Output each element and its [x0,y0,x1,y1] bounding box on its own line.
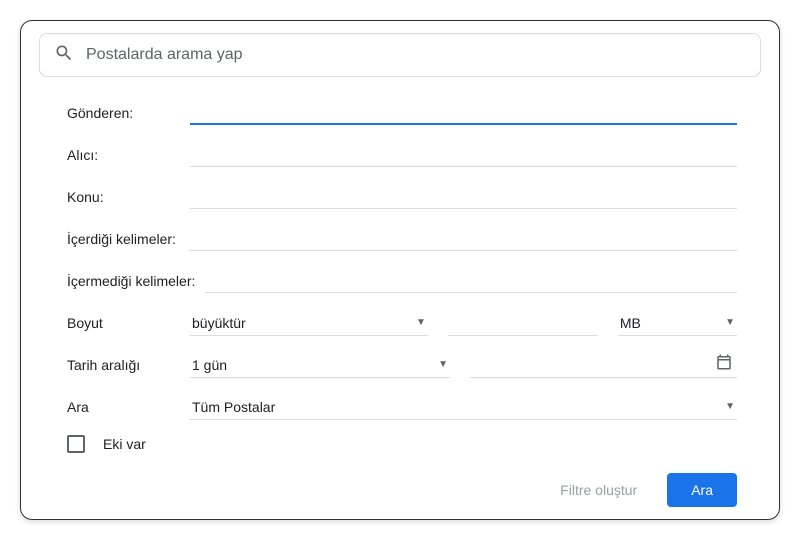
contains-row: İçerdiği kelimeler: [67,225,737,253]
has-attachment-label: Eki var [103,436,146,452]
to-input[interactable] [190,143,737,167]
date-range-select[interactable]: 1 gün ▼ [190,352,450,378]
date-row: Tarih aralığı 1 gün ▼ [67,351,737,379]
date-range-value: 1 gün [192,357,227,373]
size-comparator-value: büyüktür [192,315,246,331]
chevron-down-icon: ▼ [725,317,735,328]
size-unit-select[interactable]: MB ▼ [618,310,737,336]
size-comparator-select[interactable]: büyüktür ▼ [190,310,428,336]
has-attachment-checkbox[interactable] [67,435,85,453]
search-icon [54,43,86,68]
search-in-select[interactable]: Tüm Postalar ▼ [190,394,737,420]
calendar-icon [715,353,733,376]
chevron-down-icon: ▼ [416,317,426,328]
date-picker-field[interactable] [470,352,737,378]
search-bar[interactable] [39,33,761,77]
not-contains-row: İçermediği kelimeler: [67,267,737,295]
subject-label: Konu: [67,189,190,205]
search-in-value: Tüm Postalar [192,399,275,415]
create-filter-button[interactable]: Filtre oluştur [550,474,647,506]
to-label: Alıcı: [67,147,190,163]
search-input[interactable] [86,46,746,64]
search-button[interactable]: Ara [667,473,737,507]
not-contains-input[interactable] [205,269,737,293]
to-row: Alıcı: [67,141,737,169]
size-label: Boyut [67,315,190,331]
size-value-input[interactable] [448,310,598,336]
not-contains-label: İçermediği kelimeler: [67,273,195,289]
contains-label: İçerdiği kelimeler: [67,231,176,247]
advanced-search-form: Gönderen: Alıcı: Konu: İçerdiği kelimele… [39,77,761,521]
actions-bar: Filtre oluştur Ara [67,473,737,507]
search-in-row: Ara Tüm Postalar ▼ [67,393,737,421]
has-attachment-row: Eki var [67,435,737,453]
subject-input[interactable] [190,185,737,209]
size-unit-value: MB [620,315,641,331]
subject-row: Konu: [67,183,737,211]
chevron-down-icon: ▼ [438,359,448,370]
search-dialog: Gönderen: Alıcı: Konu: İçerdiği kelimele… [20,20,780,520]
search-in-label: Ara [67,399,190,415]
size-row: Boyut büyüktür ▼ MB ▼ [67,309,737,337]
contains-input[interactable] [189,227,737,251]
chevron-down-icon: ▼ [725,401,735,412]
from-label: Gönderen: [67,105,190,121]
from-row: Gönderen: [67,99,737,127]
date-label: Tarih aralığı [67,357,190,373]
from-input[interactable] [190,101,737,125]
